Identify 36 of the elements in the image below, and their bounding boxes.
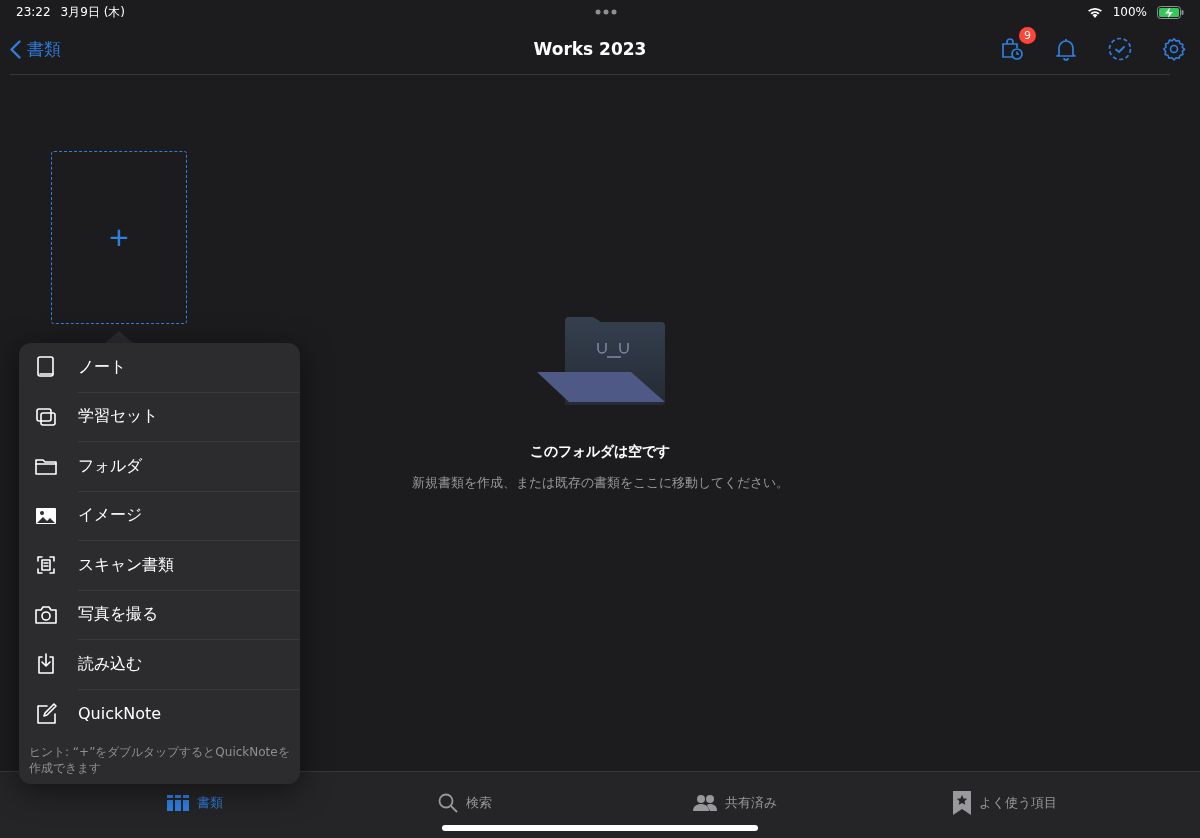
compose-icon xyxy=(34,701,58,726)
bag-clock-icon xyxy=(1000,37,1024,61)
menu-item[interactable]: ノート xyxy=(19,343,300,392)
status-time: 23:22 xyxy=(16,5,51,19)
empty-message: 新規書類を作成、または既存の書類をここに移動してください。 xyxy=(411,475,789,492)
grid-icon xyxy=(167,795,189,811)
chevron-left-icon xyxy=(10,39,21,59)
back-link[interactable]: 書類 xyxy=(10,37,61,61)
menu-item[interactable]: QuickNote xyxy=(19,689,300,738)
bookmark-star-icon xyxy=(953,791,971,815)
menu-item[interactable]: 読み込む xyxy=(19,640,300,689)
select-button[interactable] xyxy=(1106,35,1134,63)
battery-percent: 100% xyxy=(1112,5,1147,19)
people-icon xyxy=(693,794,717,812)
notification-badge: 9 xyxy=(1019,27,1036,44)
add-document-button[interactable]: + xyxy=(51,151,187,324)
tab[interactable]: 検索 xyxy=(330,772,600,834)
bell-icon xyxy=(1054,37,1078,61)
menu-item[interactable]: スキャン書類 xyxy=(19,541,300,590)
search-icon xyxy=(438,793,458,813)
tab[interactable]: よく使う項目 xyxy=(870,772,1140,834)
window-title: Works 2023 xyxy=(533,39,647,59)
menu-item[interactable]: フォルダ xyxy=(19,442,300,491)
menu-item[interactable]: イメージ xyxy=(19,491,300,540)
wifi-icon xyxy=(1086,6,1103,18)
hint-text: ヒント: “+”をダブルタップするとQuickNoteを作成できます xyxy=(28,744,291,776)
settings-button[interactable] xyxy=(1160,35,1188,63)
dashed-check-circle-icon xyxy=(1108,37,1132,61)
tab[interactable]: 共有済み xyxy=(600,772,870,834)
more-dots-icon xyxy=(594,9,617,15)
menu-item[interactable]: 学習セット xyxy=(19,392,300,441)
menu-item[interactable]: 写真を撮る xyxy=(19,590,300,639)
status-date: 3月9日 (木) xyxy=(60,3,126,21)
battery-charging-icon xyxy=(1157,5,1184,19)
empty-title: このフォルダは空です xyxy=(530,443,670,461)
settings-icon xyxy=(1162,37,1186,61)
